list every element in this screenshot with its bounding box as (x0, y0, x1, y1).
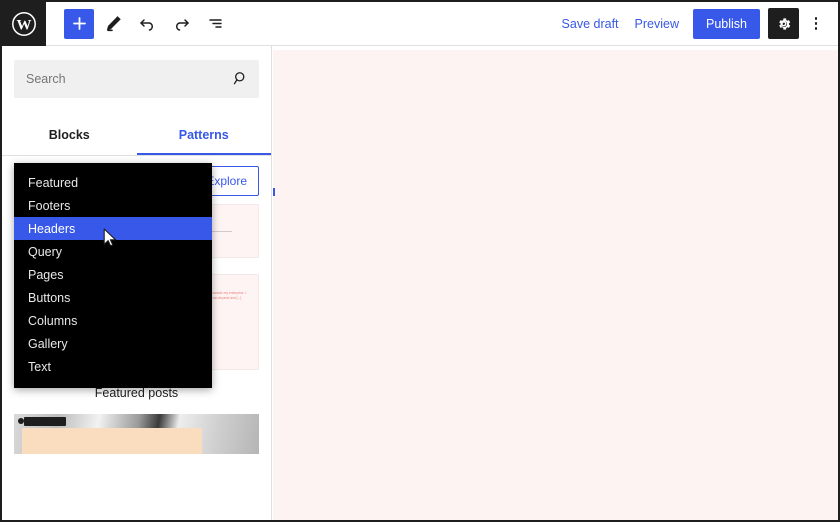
more-options-icon[interactable] (802, 8, 830, 39)
canvas-block-marker (273, 188, 275, 196)
list-view-icon[interactable] (200, 9, 230, 39)
search-icon (232, 70, 249, 92)
wordpress-block-editor: W Save draft Preview Publish Search Bloc… (0, 0, 840, 522)
tab-blocks[interactable]: Blocks (2, 116, 137, 155)
dropdown-item-query[interactable]: Query (14, 240, 212, 263)
image-block (24, 417, 66, 426)
search-area (2, 46, 271, 104)
svg-text:W: W (17, 17, 32, 33)
three-dots-vertical-icon (814, 17, 818, 30)
dropdown-item-text[interactable]: Text (14, 355, 212, 378)
dropdown-item-columns[interactable]: Columns (14, 309, 212, 332)
search-input[interactable] (26, 72, 247, 86)
featured-posts-caption: Featured posts (94, 386, 179, 400)
save-draft-button[interactable]: Save draft (554, 11, 627, 37)
toolbar-right-group: Save draft Preview Publish (554, 8, 838, 39)
pattern-preview-image[interactable] (14, 414, 259, 454)
dropdown-item-headers[interactable]: Headers (14, 217, 212, 240)
toolbar-left-group (46, 8, 230, 39)
pattern-category-dropdown: Featured Footers Headers Query Pages But… (14, 163, 212, 388)
search-field-wrapper[interactable] (14, 60, 259, 98)
dropdown-item-footers[interactable]: Footers (14, 194, 212, 217)
tab-patterns[interactable]: Patterns (136, 116, 271, 155)
publish-button[interactable]: Publish (693, 8, 760, 39)
dropdown-item-featured[interactable]: Featured (14, 171, 212, 194)
dropdown-item-buttons[interactable]: Buttons (14, 286, 212, 309)
image-overlay (22, 428, 202, 454)
wordpress-logo-icon[interactable]: W (2, 2, 46, 46)
editor-toolbar: W Save draft Preview Publish (2, 2, 838, 46)
dropdown-item-pages[interactable]: Pages (14, 263, 212, 286)
redo-arrow-icon[interactable] (166, 9, 196, 39)
undo-arrow-icon[interactable] (132, 9, 162, 39)
inserter-tabs: Blocks Patterns (2, 116, 271, 156)
settings-gear-icon[interactable] (768, 8, 799, 39)
tools-pencil-icon[interactable] (98, 9, 128, 39)
dropdown-item-gallery[interactable]: Gallery (14, 332, 212, 355)
add-block-button[interactable] (64, 8, 94, 39)
editor-canvas-area (273, 46, 838, 520)
editor-canvas[interactable] (273, 50, 838, 520)
preview-button[interactable]: Preview (627, 11, 687, 37)
